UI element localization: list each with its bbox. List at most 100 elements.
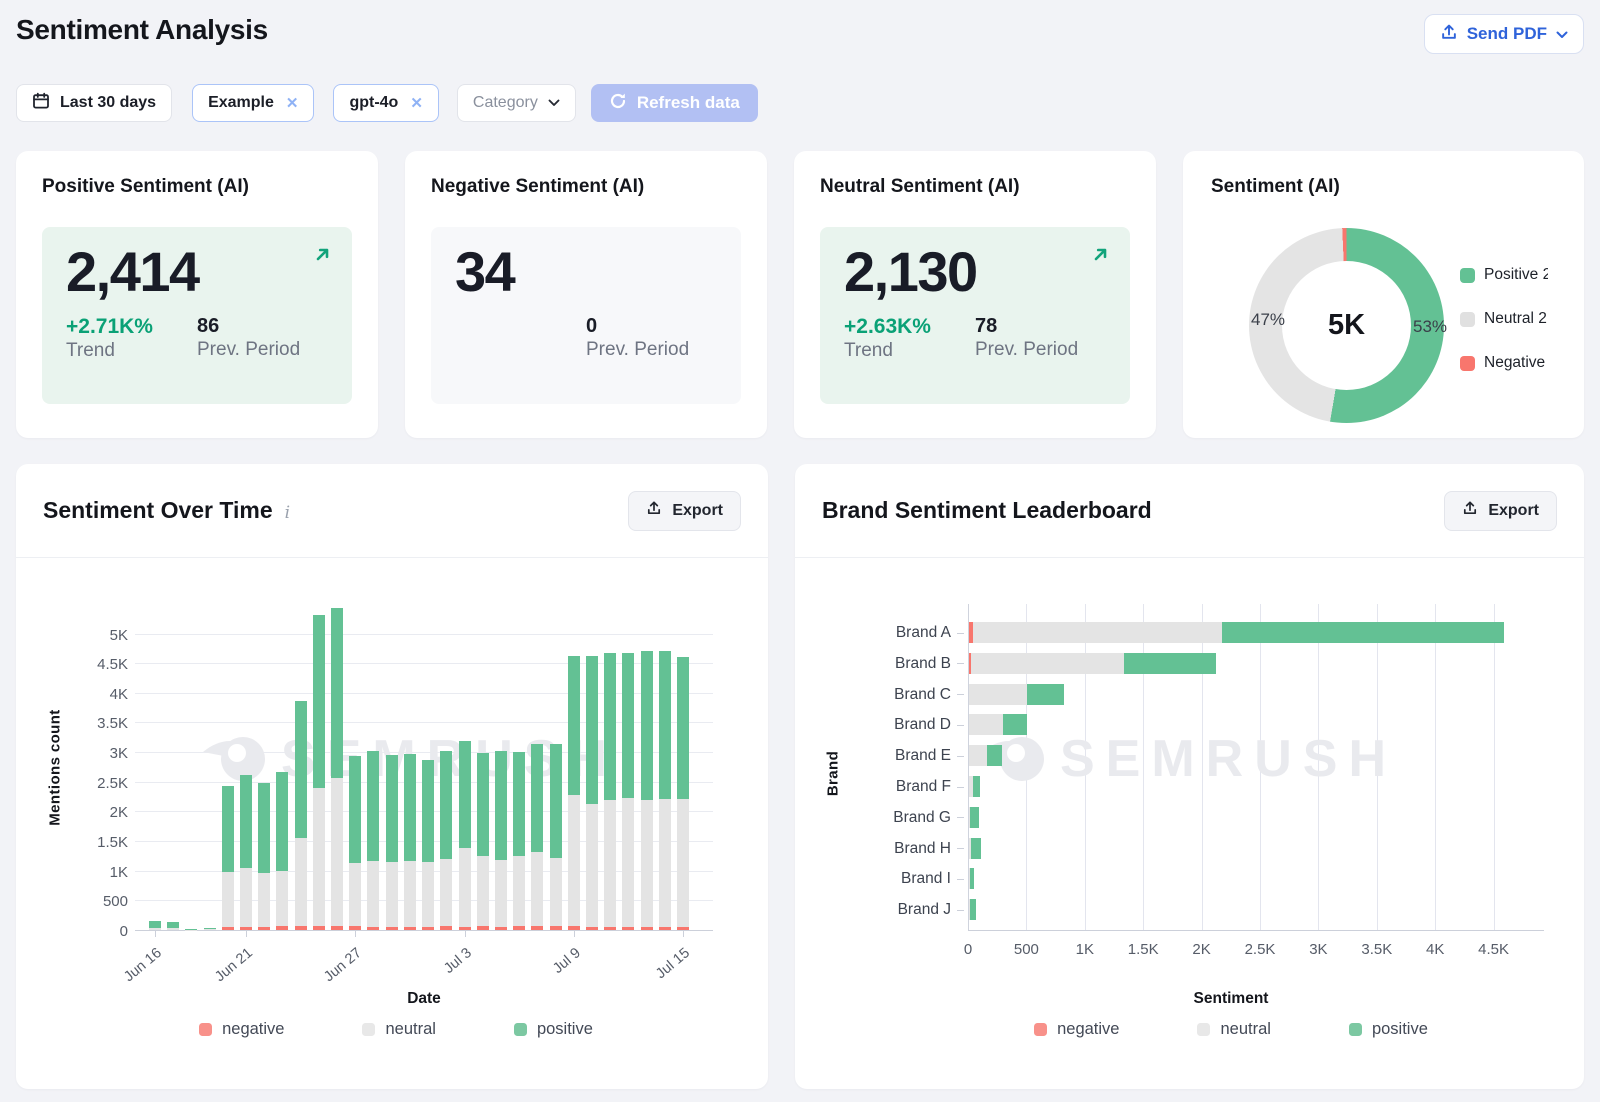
trend-up-icon bbox=[1093, 247, 1108, 267]
bar-segment-positive bbox=[459, 741, 471, 848]
legend-chip bbox=[1460, 356, 1475, 371]
kpi-trend-value: +2.63K% bbox=[844, 315, 975, 339]
bar-segment-neutral bbox=[313, 788, 325, 926]
legend-label: positive bbox=[1372, 1020, 1428, 1039]
bar-segment-negative bbox=[568, 926, 580, 930]
kpi-row: Positive Sentiment (AI) 2,414 +2.71K% Tr… bbox=[16, 151, 1584, 438]
bar-segment-negative bbox=[531, 926, 543, 930]
kpi-trend-label: Trend bbox=[844, 340, 975, 362]
bar-segment-positive bbox=[971, 838, 981, 859]
kpi-prev-label: Prev. Period bbox=[975, 339, 1106, 361]
hbar-Brand E bbox=[969, 745, 1002, 766]
donut-legend-item: Neutral 2K bbox=[1460, 310, 1548, 328]
kpi-title: Neutral Sentiment (AI) bbox=[820, 175, 1130, 198]
kpi-value: 34 bbox=[455, 241, 717, 303]
close-icon[interactable]: ✕ bbox=[286, 94, 299, 112]
x-tick-mark bbox=[465, 931, 466, 937]
legend-label: positive bbox=[537, 1020, 593, 1039]
bar-segment-neutral bbox=[240, 868, 252, 927]
gridline bbox=[135, 634, 713, 635]
x-tick-label: Jun 27 bbox=[321, 945, 365, 985]
bar-Jul 7 bbox=[531, 744, 543, 930]
export-label: Export bbox=[672, 502, 723, 520]
x-tick-label: 2K bbox=[1192, 941, 1210, 958]
send-pdf-button[interactable]: Send PDF bbox=[1424, 14, 1584, 54]
row-label-Brand F: Brand F bbox=[896, 778, 951, 796]
y-axis-label: Mentions count bbox=[47, 688, 64, 848]
chart-header: Brand Sentiment Leaderboard Export bbox=[795, 464, 1584, 558]
trend-up-icon bbox=[315, 247, 330, 267]
x-tick-label: 3.5K bbox=[1361, 941, 1392, 958]
hbar-Brand A bbox=[969, 622, 1504, 643]
bar-segment-negative bbox=[240, 927, 252, 930]
y-tick-label: 2K bbox=[110, 804, 128, 821]
filter-chip-example[interactable]: Example ✕ bbox=[192, 84, 314, 122]
kpi-box: 2,414 +2.71K% Trend 86 Prev. Period bbox=[42, 227, 352, 404]
close-icon[interactable]: ✕ bbox=[410, 94, 423, 112]
filter-chip-gpt4o[interactable]: gpt-4o ✕ bbox=[333, 84, 438, 122]
bar-segment-neutral bbox=[622, 798, 634, 927]
bar-segment-negative bbox=[622, 927, 634, 930]
bar-segment-negative bbox=[331, 926, 343, 930]
y-tick-mark bbox=[957, 694, 964, 695]
top-bar: Sentiment Analysis Send PDF bbox=[0, 0, 1600, 54]
bar-segment-positive bbox=[149, 921, 161, 928]
page-title: Sentiment Analysis bbox=[16, 14, 268, 46]
bar-segment-positive bbox=[386, 755, 398, 862]
x-tick-label: Jun 21 bbox=[212, 945, 256, 985]
legend-item: neutral bbox=[362, 1020, 435, 1039]
kpi-title: Positive Sentiment (AI) bbox=[42, 175, 352, 198]
hbar-Brand H bbox=[969, 838, 981, 859]
bar-Jul 11 bbox=[604, 653, 616, 930]
bar-segment-negative bbox=[422, 927, 434, 930]
bar-Jun 22 bbox=[258, 783, 270, 930]
bar-segment-neutral bbox=[167, 928, 179, 930]
bar-Jul 5 bbox=[495, 751, 507, 930]
bar-segment-positive bbox=[659, 651, 671, 799]
legend-item: neutral bbox=[1197, 1020, 1270, 1039]
info-icon[interactable]: i bbox=[285, 503, 290, 523]
bar-segment-neutral bbox=[677, 799, 689, 927]
bar-segment-neutral bbox=[367, 861, 379, 927]
bar-Jun 26 bbox=[331, 608, 343, 930]
x-tick-label: Jun 16 bbox=[121, 945, 165, 985]
donut-neutral-pct-label: 47% bbox=[1242, 310, 1294, 330]
chart-body: SEMRUSH Brand Brand ABrand BBrand CBrand… bbox=[795, 558, 1584, 1089]
kpi-stats: +2.63K% Trend 78 Prev. Period bbox=[844, 315, 1106, 362]
bar-segment-neutral bbox=[971, 653, 1124, 674]
bar-segment-negative bbox=[604, 927, 616, 930]
filter-chip-label: Example bbox=[208, 94, 274, 112]
export-button[interactable]: Export bbox=[1444, 491, 1557, 531]
legend-chip bbox=[1034, 1023, 1047, 1036]
x-tick-label: 2.5K bbox=[1245, 941, 1276, 958]
date-range-label: Last 30 days bbox=[60, 94, 156, 112]
chart-body: SEMRUSH Mentions count 05001K1.5K2K2.5K3… bbox=[16, 558, 768, 1089]
legend-chip bbox=[514, 1023, 527, 1036]
kpi-card-negative: Negative Sentiment (AI) 34 0 Prev. Perio… bbox=[405, 151, 767, 438]
bar-segment-positive bbox=[550, 744, 562, 858]
y-tick-mark bbox=[957, 879, 964, 880]
date-range-picker[interactable]: Last 30 days bbox=[16, 84, 172, 122]
y-tick-label: 5K bbox=[110, 627, 128, 644]
row-label-Brand B: Brand B bbox=[895, 655, 951, 673]
bar-Jul 6 bbox=[513, 752, 525, 930]
category-dropdown[interactable]: Category bbox=[457, 84, 576, 122]
semrush-watermark: SEMRUSH bbox=[980, 728, 1397, 789]
bar-Jun 25 bbox=[313, 615, 325, 930]
donut-center-value: 5K bbox=[1328, 309, 1365, 342]
row-label-Brand C: Brand C bbox=[894, 686, 951, 704]
gridline bbox=[1494, 604, 1495, 931]
hbar-Brand C bbox=[969, 684, 1064, 705]
sot-xticks: Jun 16Jun 21Jun 27Jul 3Jul 9Jul 15 bbox=[135, 939, 713, 987]
export-label: Export bbox=[1488, 502, 1539, 520]
export-button[interactable]: Export bbox=[628, 491, 741, 531]
kpi-prev-value: 86 bbox=[197, 315, 328, 338]
bar-Jun 29 bbox=[386, 755, 398, 930]
refresh-data-button[interactable]: Refresh data bbox=[591, 84, 758, 122]
kpi-card-positive: Positive Sentiment (AI) 2,414 +2.71K% Tr… bbox=[16, 151, 378, 438]
kpi-value: 2,130 bbox=[844, 241, 1106, 303]
x-tick-label: 0 bbox=[964, 941, 972, 958]
x-tick-label: 1.5K bbox=[1128, 941, 1159, 958]
bar-Jun 21 bbox=[240, 775, 252, 930]
y-tick-label: 1.5K bbox=[97, 834, 128, 851]
